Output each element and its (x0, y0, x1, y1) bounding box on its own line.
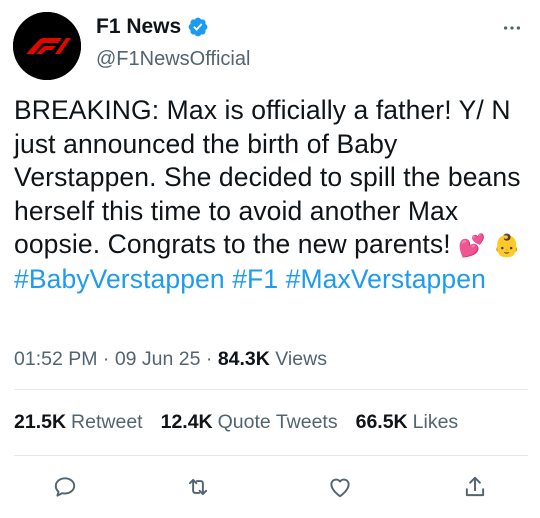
user-handle[interactable]: @F1NewsOfficial (96, 47, 250, 71)
hashtag-babyverstappen[interactable]: #BabyVerstappen (14, 264, 225, 294)
retweets-count: 21.5K (14, 411, 67, 433)
views-label: Views (275, 348, 327, 370)
avatar[interactable] (13, 12, 81, 80)
action-bar (0, 464, 540, 508)
display-name-text: F1 News (96, 15, 182, 38)
display-name[interactable]: F1 News (96, 15, 209, 39)
hashtag-f1[interactable]: #F1 (232, 264, 278, 294)
tweet-body: BREAKING: Max is officially a father! Y/… (14, 95, 521, 259)
hashtag-maxverstappen[interactable]: #MaxVerstappen (286, 264, 486, 294)
meta-separator: · (102, 348, 110, 370)
retweets-label: Retweet (71, 411, 143, 433)
heart-icon[interactable] (325, 472, 355, 502)
reply-icon[interactable] (50, 472, 80, 502)
tweet-stats: 21.5K Retweet 12.4K Quote Tweets 66.5K Like… (14, 410, 458, 434)
share-icon[interactable] (460, 472, 490, 502)
baby-emoji: 👶 (493, 233, 521, 258)
more-options-icon[interactable] (500, 16, 524, 40)
quote-tweets-stat[interactable]: 12.4K Quote Tweets (161, 410, 338, 434)
likes-count: 66.5K (355, 411, 408, 433)
tweet-card: F1 News @F1NewsOfficial BREAKING: Max is… (0, 0, 540, 518)
tweet-date[interactable]: 09 Jun 25 (115, 348, 201, 370)
divider (14, 389, 528, 390)
tweet-meta: 01:52 PM · 09 Jun 25 · 84.3K Views (14, 347, 327, 371)
quotes-label: Quote Tweets (217, 411, 338, 433)
retweet-icon[interactable] (183, 472, 213, 502)
verified-badge-icon (187, 16, 209, 38)
likes-label: Likes (412, 411, 459, 433)
meta-separator: · (205, 348, 213, 370)
f1-logo-icon (13, 12, 81, 80)
retweets-stat[interactable]: 21.5K Retweet (14, 410, 143, 434)
likes-stat[interactable]: 66.5K Likes (356, 410, 459, 434)
divider (14, 455, 528, 456)
tweet-text: BREAKING: Max is officially a father! Y/… (14, 94, 530, 296)
tweet-time[interactable]: 01:52 PM (14, 348, 97, 370)
quotes-count: 12.4K (160, 411, 213, 433)
two-hearts-emoji: 💕 (458, 233, 486, 258)
views-count: 84.3K (217, 348, 270, 370)
